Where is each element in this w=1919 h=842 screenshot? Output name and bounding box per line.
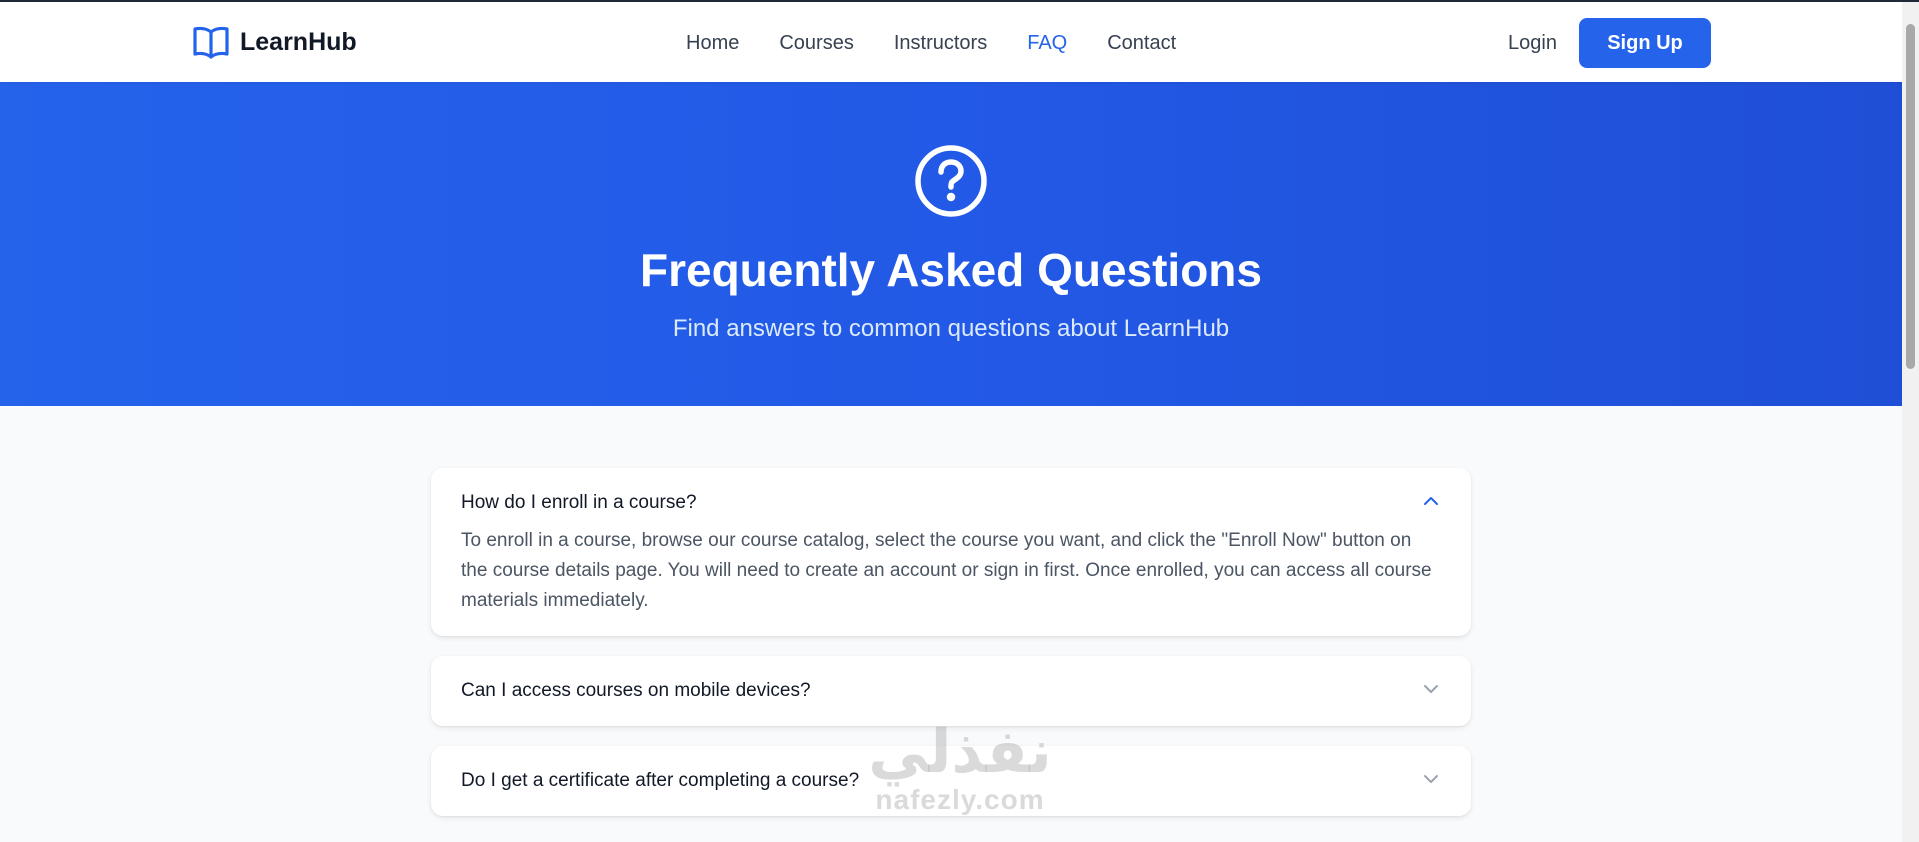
faq-question-toggle[interactable]: Can I access courses on mobile devices? (431, 656, 1471, 726)
scrollbar-thumb[interactable] (1906, 24, 1915, 369)
brand-name: LearnHub (240, 27, 357, 56)
faq-question: Do I get a certificate after completing … (461, 770, 860, 791)
page-viewport: LearnHub Home Courses Instructors FAQ Co… (0, 0, 1902, 842)
question-circle-icon (914, 144, 988, 218)
nav-link-instructors[interactable]: Instructors (894, 32, 987, 55)
faq-list: How do I enroll in a course? To enroll i… (431, 468, 1471, 836)
faq-question: How do I enroll in a course? (461, 492, 697, 513)
faq-item: Can I access courses on mobile devices? (431, 656, 1471, 726)
login-link[interactable]: Login (1508, 32, 1557, 55)
faq-question-toggle[interactable]: How do I enroll in a course? (431, 468, 1471, 538)
hero-section: Frequently Asked Questions Find answers … (0, 82, 1902, 406)
nav-link-courses[interactable]: Courses (779, 32, 853, 55)
page-title: Frequently Asked Questions (640, 244, 1262, 296)
signup-button[interactable]: Sign Up (1579, 18, 1711, 68)
main-nav: Home Courses Instructors FAQ Contact (686, 28, 1216, 58)
window-top-border (0, 0, 1919, 2)
navbar: LearnHub Home Courses Instructors FAQ Co… (0, 2, 1902, 82)
nav-link-contact[interactable]: Contact (1107, 32, 1176, 55)
faq-answer: To enroll in a course, browse our course… (461, 530, 1432, 611)
chevron-down-icon (1421, 769, 1441, 794)
chevron-up-icon (1421, 491, 1441, 516)
faq-item: How do I enroll in a course? To enroll i… (431, 468, 1471, 636)
faq-question-toggle[interactable]: Do I get a certificate after completing … (431, 746, 1471, 816)
faq-item: Do I get a certificate after completing … (431, 746, 1471, 816)
page-subtitle: Find answers to common questions about L… (672, 315, 1230, 342)
chevron-down-icon (1421, 679, 1441, 704)
nav-link-home[interactable]: Home (686, 32, 739, 55)
open-book-icon (192, 24, 230, 60)
brand-logo[interactable]: LearnHub (192, 24, 357, 60)
faq-question: Can I access courses on mobile devices? (461, 680, 811, 701)
vertical-scrollbar[interactable] (1902, 2, 1919, 842)
nav-link-faq[interactable]: FAQ (1027, 32, 1067, 55)
